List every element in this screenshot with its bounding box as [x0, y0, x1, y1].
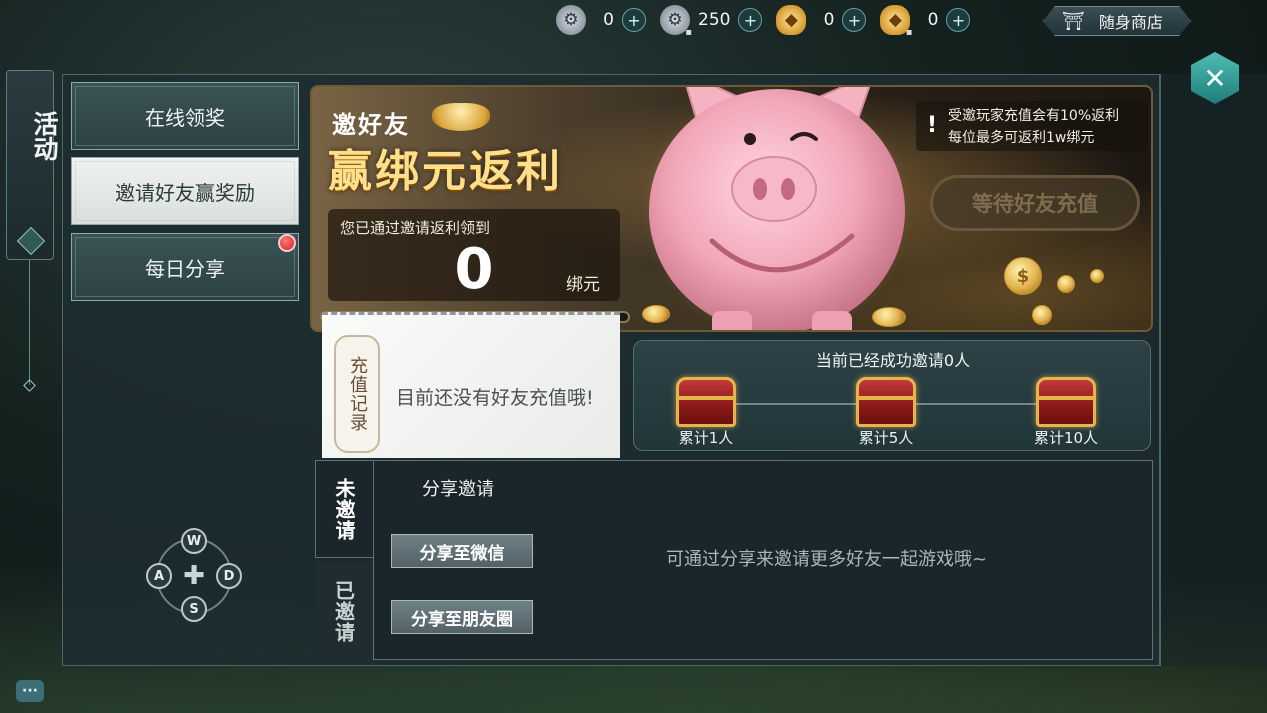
menu-item-label: 每日分享 — [145, 256, 225, 281]
rebate-notice: ! 受邀玩家充值会有10%返利 每位最多可返利1w绑元 — [916, 101, 1148, 151]
menu-item-label: 邀请好友赢奖励 — [115, 180, 255, 205]
currency-value: 0 — [603, 10, 614, 30]
activity-side-tab[interactable]: 活动 — [6, 70, 59, 260]
share-moments-button[interactable]: 分享至朋友圈 — [391, 600, 533, 634]
notification-badge — [278, 234, 296, 252]
invite-banner: 邀好友 赢绑元返利 您已通过邀请返利领到 0 绑元 $ ! 受邀玩家充值会有10… — [310, 85, 1153, 332]
currency-bar: ⚙ 0 + ⚙ ▪ 250 + ◆ 0 + ◆ ▪ 0 + — [556, 4, 984, 38]
gold-coin-icon — [872, 307, 906, 327]
earned-unit: 绑元 — [566, 275, 600, 295]
treasure-chest-icon[interactable] — [676, 377, 736, 427]
gold-coin-icon — [1090, 269, 1104, 283]
movement-dpad[interactable]: ✚ W A D S — [146, 528, 242, 624]
locked-gold-ingot-icon: ◆ ▪ — [880, 5, 913, 38]
diamond-dot-icon — [23, 379, 36, 392]
dpad-right-key[interactable]: D — [216, 563, 242, 589]
invite-count-text: 当前已经成功邀请0人 — [815, 351, 971, 370]
currency-ingot: ◆ 0 + — [776, 4, 867, 36]
banner-title: 赢绑元返利 — [328, 146, 563, 197]
side-tab-label: 活动 — [30, 111, 59, 161]
invite-progress-panel: 当前已经成功邀请0人 累计1人 累计5人 累计10人 — [633, 340, 1151, 451]
menu-item-label: 在线领奖 — [145, 105, 225, 130]
add-currency-button[interactable]: + — [738, 8, 763, 32]
wait-recharge-button[interactable]: 等待好友充值 — [930, 175, 1140, 231]
chat-icon[interactable]: ··· — [16, 680, 44, 702]
diamond-icon — [16, 226, 46, 256]
share-wechat-button[interactable]: 分享至微信 — [391, 534, 533, 568]
menu-item-invite-friends[interactable]: 邀请好友赢奖励 — [71, 157, 299, 225]
currency-locked-wheel: ⚙ ▪ 250 + — [660, 4, 763, 38]
add-currency-button[interactable]: + — [622, 8, 646, 32]
shop-label: 随身商店 — [1098, 13, 1163, 32]
lock-icon: ▪ — [685, 27, 692, 38]
earned-rebate-box: 您已通过邀请返利领到 0 绑元 — [328, 209, 620, 302]
dpad-up-key[interactable]: W — [181, 528, 207, 554]
treasure-chest-icon[interactable] — [856, 377, 916, 427]
tab-not-invited[interactable]: 未邀请 — [315, 460, 373, 558]
menu-item-online-reward[interactable]: 在线领奖 — [71, 82, 299, 150]
milestone-label: 累计5人 — [858, 429, 914, 447]
shop-button[interactable]: ⛩ 随身商店 — [1043, 6, 1191, 36]
currency-value: 0 — [823, 10, 835, 30]
invite-status-tabs: 未邀请 已邀请 — [315, 460, 373, 660]
recharge-record-tab[interactable]: 充值记录 — [334, 335, 380, 453]
currency-locked-ingot: ◆ ▪ 0 + — [880, 4, 971, 38]
gold-ingot-icon: ◆ — [776, 5, 807, 35]
milestone-label: 累计10人 — [1033, 429, 1099, 447]
notice-line: 每位最多可返利1w绑元 — [948, 130, 1095, 146]
treasure-chest-icon[interactable] — [1036, 377, 1096, 427]
add-currency-button[interactable]: + — [842, 8, 867, 32]
milestone-label: 累计1人 — [678, 429, 734, 447]
piggy-bank-icon — [642, 87, 912, 330]
gold-coin-icon — [1057, 275, 1075, 293]
gold-coin-icon — [642, 305, 670, 323]
shop-icon: ⛩ — [1062, 10, 1085, 32]
add-currency-button[interactable]: + — [946, 8, 971, 32]
right-strip — [1160, 74, 1267, 666]
locked-wheel-coin-icon: ⚙ ▪ — [660, 5, 692, 38]
empty-invite-hint: 可通过分享来邀请更多好友一起游戏哦~ — [666, 549, 988, 570]
lock-icon: ▪ — [905, 27, 913, 38]
tab-invited[interactable]: 已邀请 — [315, 562, 373, 660]
currency-wheel: ⚙ 0 + — [556, 4, 646, 36]
exclamation-icon: ! — [926, 113, 938, 138]
menu-item-daily-share[interactable]: 每日分享 — [71, 233, 299, 301]
recharge-record-card: 充值记录 目前还没有好友充值哦! — [322, 312, 620, 458]
wheel-coin-icon: ⚙ — [556, 5, 586, 35]
gold-coin-icon — [1032, 305, 1052, 325]
notice-line: 受邀玩家充值会有10%返利 — [948, 108, 1120, 124]
currency-value: 250 — [698, 10, 731, 30]
section-title: 分享邀请 — [422, 479, 494, 500]
gold-ingot-icon — [432, 103, 490, 131]
dpad-left-key[interactable]: A — [146, 563, 172, 589]
earned-label: 您已通过邀请返利领到 — [340, 219, 491, 237]
dollar-coin-icon: $ — [1004, 257, 1042, 295]
dpad-down-key[interactable]: S — [181, 596, 207, 622]
currency-value: 0 — [927, 10, 939, 30]
dpad-cross-icon: ✚ — [183, 561, 205, 591]
record-empty-text: 目前还没有好友充值哦! — [396, 387, 594, 409]
close-icon: ✕ — [1203, 61, 1227, 95]
side-divider — [29, 260, 30, 385]
invite-content: 分享邀请 分享至微信 分享至朋友圈 可通过分享来邀请更多好友一起游戏哦~ — [373, 460, 1153, 660]
